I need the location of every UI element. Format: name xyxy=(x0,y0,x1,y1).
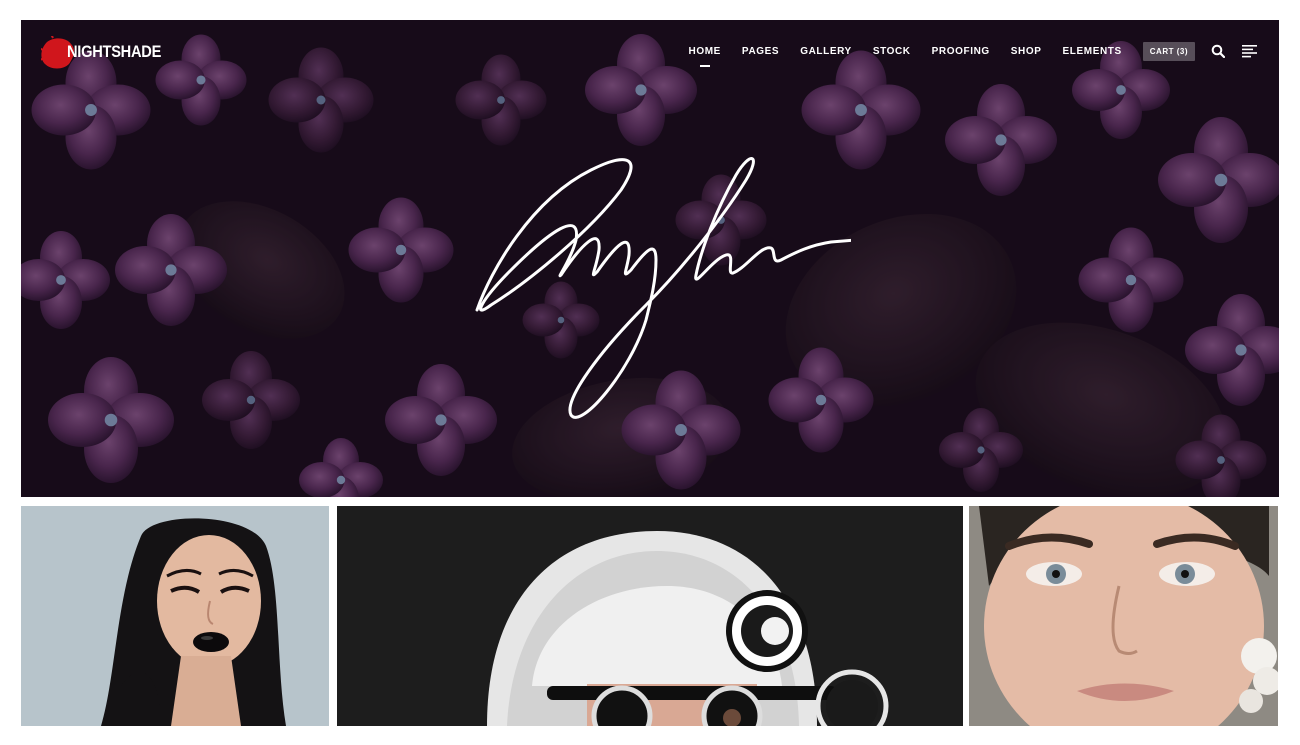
nav-item-stock[interactable]: STOCK xyxy=(873,42,911,61)
gallery-tile-portrait-1[interactable] xyxy=(21,506,329,726)
cart-button[interactable]: CART (3) xyxy=(1142,41,1195,61)
portrait-image-3 xyxy=(969,506,1278,726)
main-navigation: HOME PAGES GALLERY STOCK PROOFING SHOP E… xyxy=(668,20,1279,82)
hamburger-menu-icon[interactable] xyxy=(1241,42,1259,60)
nav-item-proofing[interactable]: PROOFING xyxy=(932,42,990,61)
nav-item-shop[interactable]: SHOP xyxy=(1011,42,1042,61)
site-header: NIGHTSHADE HOME PAGES GALLERY STOCK PROO… xyxy=(21,20,1279,82)
hero-banner: NIGHTSHADE HOME PAGES GALLERY STOCK PROO… xyxy=(21,20,1279,497)
site-logo[interactable]: NIGHTSHADE xyxy=(41,36,176,69)
nav-item-gallery[interactable]: GALLERY xyxy=(800,42,852,61)
portrait-image-1 xyxy=(21,506,329,726)
brand-name: NIGHTSHADE xyxy=(67,42,162,61)
gallery-tile-portrait-2[interactable] xyxy=(337,506,963,726)
gallery-tile-portrait-3[interactable] xyxy=(969,506,1278,726)
signature-graphic xyxy=(475,157,851,419)
nav-item-elements[interactable]: ELEMENTS xyxy=(1063,42,1122,61)
search-icon[interactable] xyxy=(1209,42,1227,60)
nav-item-home[interactable]: HOME xyxy=(689,42,721,67)
nav-item-pages[interactable]: PAGES xyxy=(742,42,779,61)
portrait-image-2 xyxy=(337,506,963,726)
